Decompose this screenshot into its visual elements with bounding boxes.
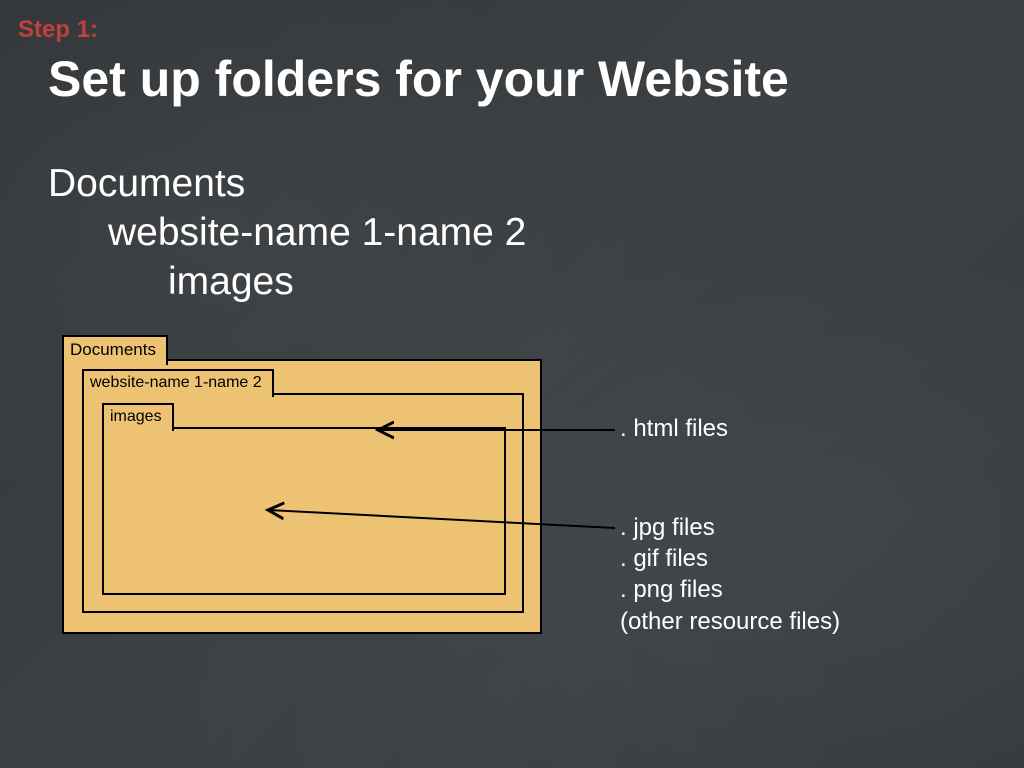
annotation-jpg: . jpg files — [620, 512, 840, 543]
folder-inner: images — [102, 427, 506, 595]
annotation-png: . png files — [620, 574, 840, 605]
step-label: Step 1: — [18, 16, 98, 44]
folder-list-level0: Documents — [48, 160, 526, 209]
folder-list-level1: website-name 1-name 2 — [48, 209, 526, 258]
folder-outer: Documents website-name 1-name 2 images — [62, 359, 542, 634]
annotation-html: . html files — [620, 413, 728, 444]
folder-outer-tab: Documents — [62, 335, 168, 365]
page-title: Set up folders for your Website — [48, 50, 789, 108]
folder-list-level2: images — [48, 258, 526, 307]
annotation-gif: . gif files — [620, 543, 840, 574]
annotation-image-files: . jpg files . gif files . png files (oth… — [620, 512, 840, 637]
folder-text-list: Documents website-name 1-name 2 images — [48, 160, 526, 306]
folder-diagram: Documents website-name 1-name 2 images — [62, 333, 542, 634]
annotation-other: (other resource files) — [620, 606, 840, 637]
folder-inner-tab: images — [102, 403, 174, 431]
folder-middle: website-name 1-name 2 images — [82, 393, 524, 613]
folder-middle-tab: website-name 1-name 2 — [82, 369, 274, 397]
